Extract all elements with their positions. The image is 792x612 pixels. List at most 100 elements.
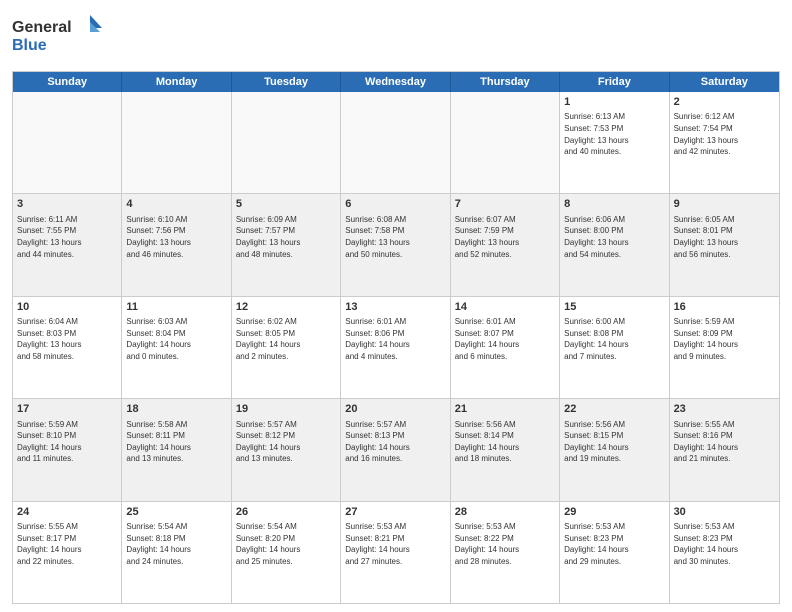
day-info: Sunrise: 5:55 AM Sunset: 8:16 PM Dayligh…: [674, 419, 775, 465]
header-day-wednesday: Wednesday: [341, 72, 450, 92]
svg-text:Blue: Blue: [12, 37, 47, 54]
day-number: 22: [564, 402, 664, 417]
day-info: Sunrise: 6:04 AM Sunset: 8:03 PM Dayligh…: [17, 316, 117, 362]
calendar-cell: [122, 92, 231, 193]
day-info: Sunrise: 5:56 AM Sunset: 8:15 PM Dayligh…: [564, 419, 664, 465]
calendar-cell: 21 Sunrise: 5:56 AM Sunset: 8:14 PM Dayli…: [451, 399, 560, 500]
calendar-cell: 2Sunrise: 6:12 AM Sunset: 7:54 PM Daylig…: [670, 92, 779, 193]
calendar-cell: 17 Sunrise: 5:59 AM Sunset: 8:10 PM Dayli…: [13, 399, 122, 500]
day-number: 24: [17, 505, 117, 520]
day-number: 17: [17, 402, 117, 417]
day-number: 28: [455, 505, 555, 520]
header-day-thursday: Thursday: [451, 72, 560, 92]
day-info: Sunrise: 5:58 AM Sunset: 8:11 PM Dayligh…: [126, 419, 226, 465]
header-day-saturday: Saturday: [670, 72, 779, 92]
day-number: 25: [126, 505, 226, 520]
day-number: 20: [345, 402, 445, 417]
calendar-header: SundayMondayTuesdayWednesdayThursdayFrid…: [13, 72, 779, 92]
day-info: Sunrise: 6:02 AM Sunset: 8:05 PM Dayligh…: [236, 316, 336, 362]
day-info: Sunrise: 5:53 AM Sunset: 8:23 PM Dayligh…: [564, 521, 664, 567]
day-info: Sunrise: 5:55 AM Sunset: 8:17 PM Dayligh…: [17, 521, 117, 567]
calendar-cell: 8 Sunrise: 6:06 AM Sunset: 8:00 PM Daylig…: [560, 194, 669, 295]
calendar-cell: 23Sunrise: 5:55 AM Sunset: 8:16 PM Dayli…: [670, 399, 779, 500]
calendar-cell: 24Sunrise: 5:55 AM Sunset: 8:17 PM Dayli…: [13, 502, 122, 603]
day-number: 8: [564, 197, 664, 212]
day-number: 5: [236, 197, 336, 212]
calendar-cell: [341, 92, 450, 193]
logo: General Blue: [12, 10, 102, 65]
header-day-monday: Monday: [122, 72, 231, 92]
day-number: 14: [455, 300, 555, 315]
calendar-cell: [232, 92, 341, 193]
calendar-cell: 16Sunrise: 5:59 AM Sunset: 8:09 PM Dayli…: [670, 297, 779, 398]
day-info: Sunrise: 6:01 AM Sunset: 8:07 PM Dayligh…: [455, 316, 555, 362]
day-info: Sunrise: 5:56 AM Sunset: 8:14 PM Dayligh…: [455, 419, 555, 465]
calendar-cell: [13, 92, 122, 193]
header: General Blue: [12, 10, 780, 65]
calendar-cell: 20Sunrise: 5:57 AM Sunset: 8:13 PM Dayli…: [341, 399, 450, 500]
calendar-cell: 29Sunrise: 5:53 AM Sunset: 8:23 PM Dayli…: [560, 502, 669, 603]
day-number: 15: [564, 300, 664, 315]
calendar-body: 1Sunrise: 6:13 AM Sunset: 7:53 PM Daylig…: [13, 92, 779, 603]
day-number: 16: [674, 300, 775, 315]
day-number: 18: [126, 402, 226, 417]
day-info: Sunrise: 5:57 AM Sunset: 8:12 PM Dayligh…: [236, 419, 336, 465]
calendar-cell: 28Sunrise: 5:53 AM Sunset: 8:22 PM Dayli…: [451, 502, 560, 603]
calendar-cell: 6Sunrise: 6:08 AM Sunset: 7:58 PM Daylig…: [341, 194, 450, 295]
calendar-cell: 5 Sunrise: 6:09 AM Sunset: 7:57 PM Daylig…: [232, 194, 341, 295]
day-number: 7: [455, 197, 555, 212]
calendar-cell: 30Sunrise: 5:53 AM Sunset: 8:23 PM Dayli…: [670, 502, 779, 603]
day-info: Sunrise: 6:01 AM Sunset: 8:06 PM Dayligh…: [345, 316, 445, 362]
calendar-cell: 11Sunrise: 6:03 AM Sunset: 8:04 PM Dayli…: [122, 297, 231, 398]
day-number: 1: [564, 95, 664, 110]
header-day-sunday: Sunday: [13, 72, 122, 92]
calendar-cell: 10Sunrise: 6:04 AM Sunset: 8:03 PM Dayli…: [13, 297, 122, 398]
calendar-cell: 27Sunrise: 5:53 AM Sunset: 8:21 PM Dayli…: [341, 502, 450, 603]
logo-area: General Blue: [12, 10, 102, 65]
day-info: Sunrise: 5:53 AM Sunset: 8:21 PM Dayligh…: [345, 521, 445, 567]
calendar-row-5: 24Sunrise: 5:55 AM Sunset: 8:17 PM Dayli…: [13, 501, 779, 603]
calendar-cell: 18 Sunrise: 5:58 AM Sunset: 8:11 PM Dayli…: [122, 399, 231, 500]
calendar-row-4: 17 Sunrise: 5:59 AM Sunset: 8:10 PM Dayli…: [13, 398, 779, 500]
day-number: 9: [674, 197, 775, 212]
day-number: 2: [674, 95, 775, 110]
day-number: 21: [455, 402, 555, 417]
svg-text:General: General: [12, 19, 72, 36]
calendar-cell: 13Sunrise: 6:01 AM Sunset: 8:06 PM Dayli…: [341, 297, 450, 398]
day-number: 26: [236, 505, 336, 520]
day-info: Sunrise: 6:12 AM Sunset: 7:54 PM Dayligh…: [674, 111, 775, 157]
header-day-tuesday: Tuesday: [232, 72, 341, 92]
day-info: Sunrise: 6:11 AM Sunset: 7:55 PM Dayligh…: [17, 214, 117, 260]
day-number: 6: [345, 197, 445, 212]
day-number: 4: [126, 197, 226, 212]
day-info: Sunrise: 5:53 AM Sunset: 8:22 PM Dayligh…: [455, 521, 555, 567]
day-info: Sunrise: 6:13 AM Sunset: 7:53 PM Dayligh…: [564, 111, 664, 157]
day-info: Sunrise: 5:54 AM Sunset: 8:20 PM Dayligh…: [236, 521, 336, 567]
day-info: Sunrise: 6:05 AM Sunset: 8:01 PM Dayligh…: [674, 214, 775, 260]
calendar-cell: 1Sunrise: 6:13 AM Sunset: 7:53 PM Daylig…: [560, 92, 669, 193]
day-number: 29: [564, 505, 664, 520]
day-number: 11: [126, 300, 226, 315]
logo-svg: General Blue: [12, 10, 102, 60]
calendar: SundayMondayTuesdayWednesdayThursdayFrid…: [12, 71, 780, 604]
day-info: Sunrise: 5:54 AM Sunset: 8:18 PM Dayligh…: [126, 521, 226, 567]
day-info: Sunrise: 6:07 AM Sunset: 7:59 PM Dayligh…: [455, 214, 555, 260]
day-number: 10: [17, 300, 117, 315]
day-info: Sunrise: 6:10 AM Sunset: 7:56 PM Dayligh…: [126, 214, 226, 260]
day-info: Sunrise: 5:59 AM Sunset: 8:10 PM Dayligh…: [17, 419, 117, 465]
day-info: Sunrise: 6:00 AM Sunset: 8:08 PM Dayligh…: [564, 316, 664, 362]
calendar-cell: 15Sunrise: 6:00 AM Sunset: 8:08 PM Dayli…: [560, 297, 669, 398]
calendar-row-1: 1Sunrise: 6:13 AM Sunset: 7:53 PM Daylig…: [13, 92, 779, 193]
calendar-cell: [451, 92, 560, 193]
calendar-cell: 12Sunrise: 6:02 AM Sunset: 8:05 PM Dayli…: [232, 297, 341, 398]
calendar-cell: 19Sunrise: 5:57 AM Sunset: 8:12 PM Dayli…: [232, 399, 341, 500]
day-number: 13: [345, 300, 445, 315]
day-number: 30: [674, 505, 775, 520]
day-info: Sunrise: 6:03 AM Sunset: 8:04 PM Dayligh…: [126, 316, 226, 362]
day-number: 27: [345, 505, 445, 520]
page: General Blue SundayMondayTuesdayWednesda…: [0, 0, 792, 612]
day-info: Sunrise: 5:53 AM Sunset: 8:23 PM Dayligh…: [674, 521, 775, 567]
calendar-row-2: 3Sunrise: 6:11 AM Sunset: 7:55 PM Daylig…: [13, 193, 779, 295]
day-info: Sunrise: 6:09 AM Sunset: 7:57 PM Dayligh…: [236, 214, 336, 260]
day-info: Sunrise: 6:06 AM Sunset: 8:00 PM Dayligh…: [564, 214, 664, 260]
